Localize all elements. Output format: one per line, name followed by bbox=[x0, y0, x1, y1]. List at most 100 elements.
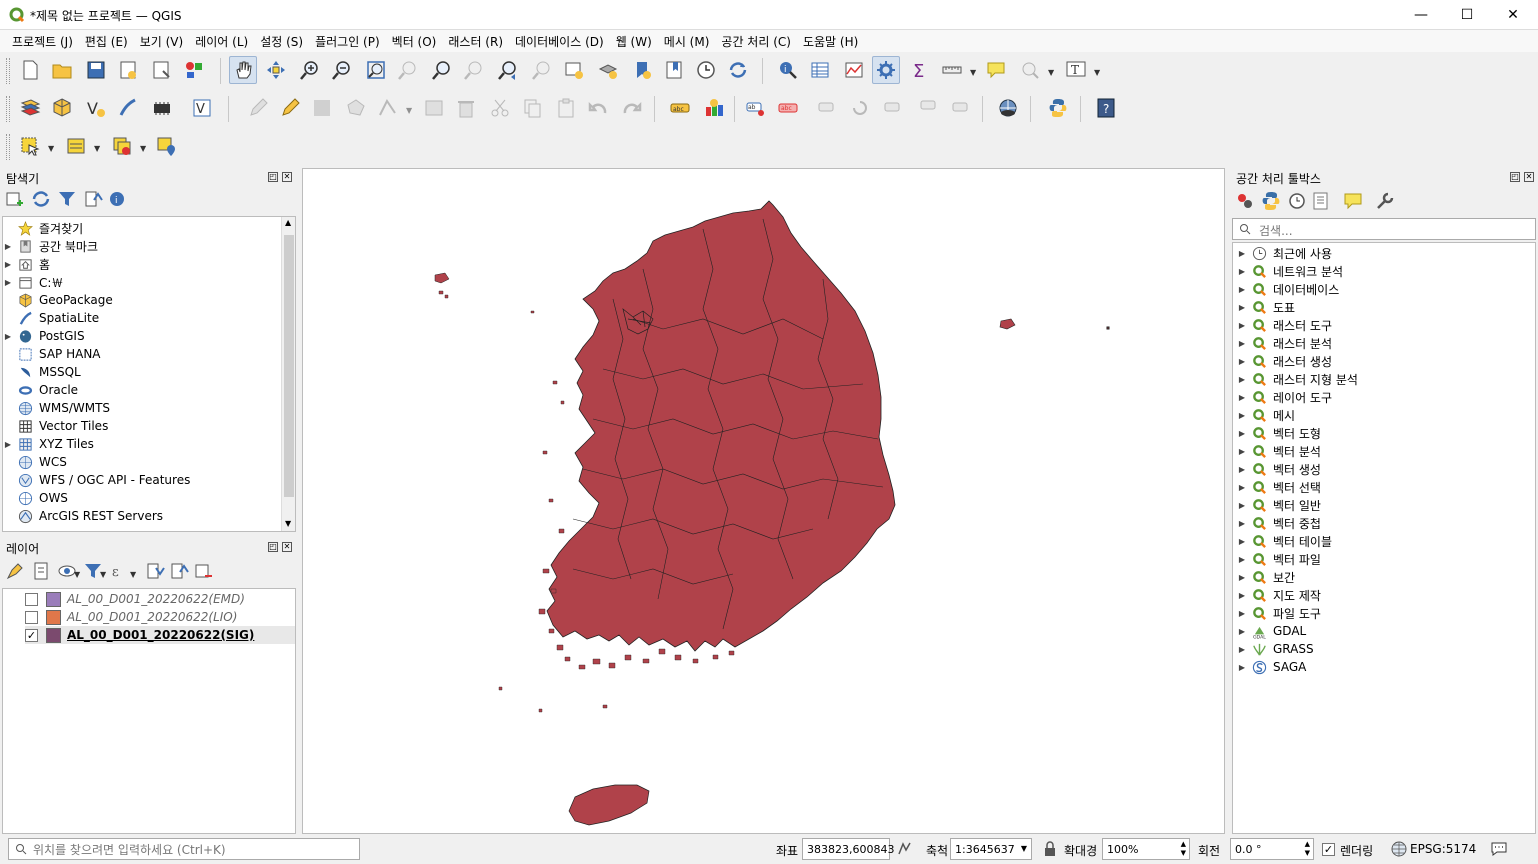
menu-vector[interactable]: 벡터 (O) bbox=[386, 33, 443, 50]
coordinate-field[interactable]: 383823,600843 bbox=[802, 838, 894, 860]
expand-arrow-icon[interactable]: ▶ bbox=[1237, 609, 1247, 618]
expand-arrow-icon[interactable]: ▶ bbox=[1237, 375, 1247, 384]
expand-arrow-icon[interactable]: ▶ bbox=[1237, 627, 1247, 636]
map-tips-icon[interactable] bbox=[982, 56, 1010, 84]
scroll-up-icon[interactable]: ▲ bbox=[285, 218, 291, 227]
locator-search-icon[interactable] bbox=[1016, 56, 1044, 84]
layer-visibility-checkbox[interactable] bbox=[25, 610, 38, 624]
add-group-icon[interactable] bbox=[30, 560, 52, 582]
menu-view[interactable]: 보기 (V) bbox=[134, 33, 189, 50]
minimize-button[interactable]: — bbox=[1398, 0, 1444, 30]
expand-arrow-icon[interactable]: ▶ bbox=[1237, 339, 1247, 348]
rotate-label-2-icon[interactable] bbox=[914, 94, 942, 122]
redo-icon[interactable] bbox=[618, 94, 646, 122]
expand-arrow-icon[interactable]: ▶ bbox=[3, 440, 13, 449]
close-panel-icon[interactable]: ✕ bbox=[282, 542, 292, 552]
processing-provider-item[interactable]: ▶ 메시 bbox=[1237, 406, 1295, 424]
zoom-last-icon[interactable] bbox=[494, 56, 522, 84]
browser-item[interactable]: GeoPackage bbox=[3, 291, 113, 309]
expand-arrow-icon[interactable]: ▶ bbox=[1237, 447, 1247, 456]
float-panel-icon[interactable]: ◰ bbox=[1510, 172, 1520, 182]
collapse-all-icon[interactable] bbox=[82, 188, 104, 210]
modify-attributes-icon[interactable] bbox=[420, 94, 448, 122]
processing-provider-item[interactable]: ▶ 보간 bbox=[1237, 568, 1295, 586]
layer-visibility-checkbox[interactable]: ✓ bbox=[25, 628, 38, 642]
browser-item[interactable]: ▶ PostGIS bbox=[3, 327, 85, 345]
new-geopackage-layer-icon[interactable] bbox=[48, 94, 76, 122]
scrollbar-thumb[interactable] bbox=[284, 235, 294, 497]
layer-symbol-swatch[interactable] bbox=[46, 627, 61, 643]
expand-arrow-icon[interactable]: ▶ bbox=[1237, 267, 1247, 276]
digitize-polygon-icon[interactable] bbox=[342, 94, 370, 122]
refresh-icon[interactable] bbox=[724, 56, 752, 84]
processing-provider-item[interactable]: ▶ 최근에 사용 bbox=[1237, 244, 1332, 262]
expand-arrow-icon[interactable]: ▶ bbox=[1237, 393, 1247, 402]
cut-features-icon[interactable] bbox=[486, 94, 514, 122]
processing-provider-item[interactable]: ▶ 벡터 분석 bbox=[1237, 442, 1321, 460]
processing-provider-item[interactable]: ▶ 래스터 분석 bbox=[1237, 334, 1332, 352]
processing-provider-item[interactable]: ▶ 래스터 생성 bbox=[1237, 352, 1332, 370]
browser-scrollbar[interactable]: ▲ ▼ bbox=[281, 217, 295, 531]
toolbar-grip[interactable] bbox=[6, 134, 10, 160]
menu-edit[interactable]: 편집 (E) bbox=[79, 33, 134, 50]
python-console-icon[interactable] bbox=[1044, 94, 1072, 122]
layer-item[interactable]: ✓ AL_00_D001_20220622(SIG) bbox=[25, 626, 295, 644]
edit-features-in-place-icon[interactable] bbox=[1342, 190, 1364, 212]
magnifier-spinbox[interactable]: 100% ▲ ▼ bbox=[1102, 838, 1190, 860]
rotate-label-icon[interactable] bbox=[846, 94, 874, 122]
browser-item[interactable]: ▶ C:￦ bbox=[3, 273, 64, 291]
label-options-icon[interactable]: abc bbox=[666, 94, 694, 122]
render-checkbox[interactable]: ✓ bbox=[1322, 843, 1335, 856]
float-panel-icon[interactable]: ◰ bbox=[268, 172, 278, 182]
pan-map-icon[interactable] bbox=[229, 56, 257, 84]
processing-provider-item[interactable]: ▶ GRASS bbox=[1237, 640, 1314, 658]
processing-provider-item[interactable]: ▶ SAGA bbox=[1237, 658, 1306, 676]
toggle-editing-icon[interactable] bbox=[276, 94, 304, 122]
browser-item[interactable]: SAP HANA bbox=[3, 345, 101, 363]
processing-search-input[interactable]: 검색... bbox=[1232, 218, 1536, 240]
open-project-icon[interactable] bbox=[48, 56, 76, 84]
style-manager-icon[interactable] bbox=[180, 56, 208, 84]
map-canvas[interactable] bbox=[302, 168, 1225, 834]
close-panel-icon[interactable]: ✕ bbox=[1524, 172, 1534, 182]
browser-item[interactable]: ▶ 공간 북마크 bbox=[3, 237, 98, 255]
show-hide-labels-icon[interactable]: abc bbox=[774, 94, 802, 122]
processing-provider-item[interactable]: ▶ 벡터 도형 bbox=[1237, 424, 1321, 442]
layer-symbol-swatch[interactable] bbox=[46, 609, 61, 625]
new-spatialite-layer-icon[interactable] bbox=[114, 94, 142, 122]
vertex-dropdown-icon[interactable]: ▼ bbox=[406, 106, 412, 115]
browser-item[interactable]: ▶ XYZ Tiles bbox=[3, 435, 94, 453]
processing-provider-item[interactable]: ▶ 네트워크 분석 bbox=[1237, 262, 1343, 280]
processing-provider-item[interactable]: ▶ 벡터 생성 bbox=[1237, 460, 1321, 478]
expand-arrow-icon[interactable]: ▶ bbox=[1237, 537, 1247, 546]
rotation-spinbox[interactable]: 0.0 ° ▲ ▼ bbox=[1230, 838, 1314, 860]
vertex-tool-icon[interactable] bbox=[374, 94, 402, 122]
expand-arrow-icon[interactable]: ▶ bbox=[1237, 429, 1247, 438]
menu-project[interactable]: 프로젝트 (J) bbox=[6, 33, 79, 50]
messages-icon[interactable] bbox=[1490, 840, 1508, 858]
processing-provider-item[interactable]: ▶ 벡터 중첩 bbox=[1237, 514, 1321, 532]
menu-web[interactable]: 웹 (W) bbox=[610, 33, 658, 50]
attribute-table-icon[interactable] bbox=[806, 56, 834, 84]
processing-provider-item[interactable]: ▶ 지도 제작 bbox=[1237, 586, 1321, 604]
save-edits-icon[interactable] bbox=[308, 94, 336, 122]
text-annotation-icon[interactable]: T bbox=[1062, 56, 1090, 84]
change-label-icon[interactable] bbox=[880, 94, 908, 122]
browser-item[interactable]: ArcGIS REST Servers bbox=[3, 507, 163, 525]
zoom-next-icon[interactable] bbox=[528, 56, 556, 84]
collapse-all-layers-icon[interactable] bbox=[168, 560, 190, 582]
move-label-icon[interactable] bbox=[814, 94, 842, 122]
float-panel-icon[interactable]: ◰ bbox=[268, 542, 278, 552]
toolbar-grip[interactable] bbox=[6, 58, 10, 84]
undo-icon[interactable] bbox=[584, 94, 612, 122]
close-button[interactable]: ✕ bbox=[1490, 0, 1536, 30]
new-print-layout-icon[interactable] bbox=[114, 56, 142, 84]
visibility-dropdown-icon[interactable]: ▼ bbox=[74, 570, 80, 579]
zoom-native-icon[interactable] bbox=[460, 56, 488, 84]
crs-globe-icon[interactable] bbox=[1390, 840, 1408, 858]
scale-combobox[interactable]: 1:3645637 ▼ bbox=[950, 838, 1032, 860]
field-calculator-icon[interactable]: Σ bbox=[906, 56, 934, 84]
close-panel-icon[interactable]: ✕ bbox=[282, 172, 292, 182]
layer-symbol-swatch[interactable] bbox=[46, 591, 61, 607]
new-temporary-layer-icon[interactable]: V bbox=[188, 94, 216, 122]
